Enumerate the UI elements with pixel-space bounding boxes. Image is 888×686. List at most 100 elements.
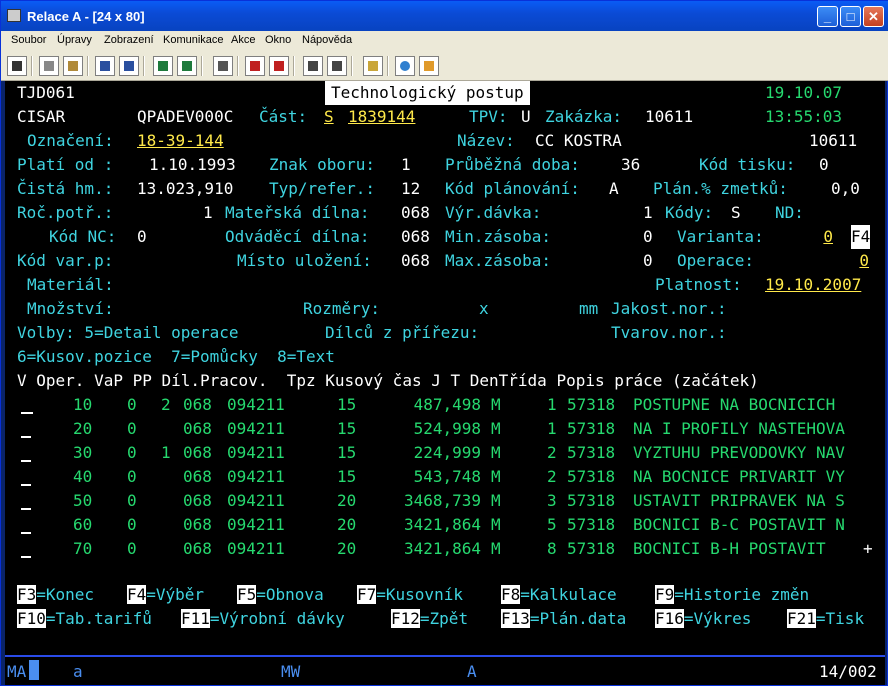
status-a2: A [467, 662, 477, 681]
f21-print-key[interactable]: F21=Tisk [787, 607, 864, 631]
toolbar [1, 51, 888, 81]
f4-prompt-button[interactable]: F4 [851, 225, 871, 249]
op-shop: 068 [183, 539, 212, 558]
title-bar[interactable]: Relace A - [24 x 80] _ □ ✕ [1, 1, 888, 31]
screen-icon[interactable] [177, 56, 197, 76]
macro-play-icon[interactable] [303, 56, 323, 76]
menu-upravy[interactable]: Úpravy [57, 34, 92, 46]
op-day: 5 [547, 515, 557, 534]
option-field[interactable] [21, 436, 31, 438]
close-button[interactable]: ✕ [863, 6, 884, 27]
macro-stop-icon[interactable] [269, 56, 289, 76]
variant-field[interactable]: 0 [797, 225, 833, 249]
op-description: BOCNICI B-C POSTAVIT N [633, 515, 845, 534]
menu-okno[interactable]: Okno [265, 34, 291, 46]
min-stock-value: 0 [643, 227, 653, 246]
quality-norm-label: Jakost.nor.: [611, 299, 727, 318]
operation-field[interactable]: 0 [785, 249, 869, 273]
f7-bom-key[interactable]: F7=Kusovník [357, 583, 463, 607]
send-icon[interactable] [95, 56, 115, 76]
codes-value: S [731, 203, 741, 222]
order-value: 10611 [645, 107, 694, 126]
location-value: 068 [401, 251, 430, 270]
op-vap: 0 [127, 467, 137, 486]
copy-icon[interactable] [39, 56, 59, 76]
valid-from-label: Platí od : [17, 155, 114, 174]
menu-akce[interactable]: Akce [231, 34, 255, 46]
status-bar: MA a MW A 14/002 [5, 655, 885, 685]
op-unit-time: 3421,864 [403, 515, 481, 534]
pencil-icon[interactable] [419, 56, 439, 76]
output-shop-label: Odváděcí dílna: [225, 227, 370, 246]
tpv-value: U [521, 107, 531, 126]
order-label: Zakázka: [545, 107, 623, 126]
op-tpz: 20 [337, 515, 357, 534]
f4-select-key[interactable]: F4=Výběr [127, 583, 204, 607]
dimensions-unit: mm [579, 299, 599, 318]
macro-record-icon[interactable] [245, 56, 265, 76]
type-ref-label: Typ/refer.: [269, 179, 375, 198]
min-stock-label: Min.zásoba: [445, 227, 551, 246]
op-unit: M [491, 395, 501, 414]
op-day: 3 [547, 491, 557, 510]
output-shop-value: 068 [401, 227, 430, 246]
print-screen-icon[interactable] [7, 56, 27, 76]
op-vap: 0 [127, 419, 137, 438]
op-class: 57318 [567, 539, 616, 558]
option-field[interactable] [21, 460, 31, 462]
receive-icon[interactable] [119, 56, 139, 76]
f9-history-key[interactable]: F9=Historie změn [655, 583, 809, 607]
annual-need-label: Roč.potř.: [17, 203, 114, 222]
clipboard-icon[interactable] [363, 56, 383, 76]
valid-from-value: 1.10.1993 [149, 155, 236, 174]
f10-tariff-key[interactable]: F10=Tab.tarifů [17, 607, 152, 631]
option-field[interactable] [21, 532, 31, 534]
designation-field[interactable]: 18-39-144 [137, 129, 333, 153]
f13-plan-data-key[interactable]: F13=Plán.data [501, 607, 626, 631]
op-vap: 0 [127, 443, 137, 462]
op-day: 2 [547, 443, 557, 462]
option-field[interactable] [21, 556, 31, 558]
menu-zobrazeni[interactable]: Zobrazení [104, 34, 154, 46]
option-field[interactable] [21, 508, 31, 510]
op-shop: 068 [183, 491, 212, 510]
menu-soubor[interactable]: Soubor [11, 34, 46, 46]
f3-exit-key[interactable]: F3=Konec [17, 583, 94, 607]
op-pp: 1 [161, 443, 171, 462]
op-number: 60 [73, 515, 93, 534]
option-field[interactable] [21, 484, 31, 486]
nd-label: ND: [775, 203, 804, 222]
op-unit-time: 3421,864 [403, 539, 481, 558]
op-shop: 068 [183, 395, 212, 414]
op-vap: 0 [127, 491, 137, 510]
validity-field[interactable]: 19.10.2007 [765, 273, 861, 297]
display-icon[interactable] [153, 56, 173, 76]
f16-drawing-key[interactable]: F16=Výkres [655, 607, 751, 631]
op-vap: 0 [127, 515, 137, 534]
option-field[interactable] [21, 412, 33, 414]
paste-icon[interactable] [63, 56, 83, 76]
op-shop: 068 [183, 515, 212, 534]
op-tpz: 15 [337, 419, 357, 438]
quantity-label: Množství: [27, 299, 114, 318]
op-workplace: 094211 [227, 491, 285, 510]
op-workplace: 094211 [227, 443, 285, 462]
maximize-button[interactable]: □ [840, 6, 861, 27]
blank-count-label: Dílců z přířezu: [325, 323, 480, 342]
f8-costing-key[interactable]: F8=Kalkulace [501, 583, 617, 607]
globe-icon[interactable] [395, 56, 415, 76]
max-stock-label: Max.zásoba: [445, 251, 551, 270]
part-number-field[interactable]: 1839144 [348, 105, 454, 129]
minimize-button[interactable]: _ [817, 6, 838, 27]
terminal-screen[interactable]: TJD061 Technologický postup 19.10.07 CIS… [5, 81, 885, 655]
keyboard-icon[interactable] [213, 56, 233, 76]
f5-refresh-key[interactable]: F5=Obnova [237, 583, 324, 607]
f11-batches-key[interactable]: F11=Výrobní dávky [181, 607, 345, 631]
macro-edit-icon[interactable] [327, 56, 347, 76]
menu-komunikace[interactable]: Komunikace [163, 34, 224, 46]
part-type-field[interactable]: S [324, 105, 334, 129]
planning-code-value: A [609, 179, 619, 198]
f12-back-key[interactable]: F12=Zpět [391, 607, 468, 631]
menu-napoveda[interactable]: Nápověda [302, 34, 352, 46]
op-workplace: 094211 [227, 419, 285, 438]
